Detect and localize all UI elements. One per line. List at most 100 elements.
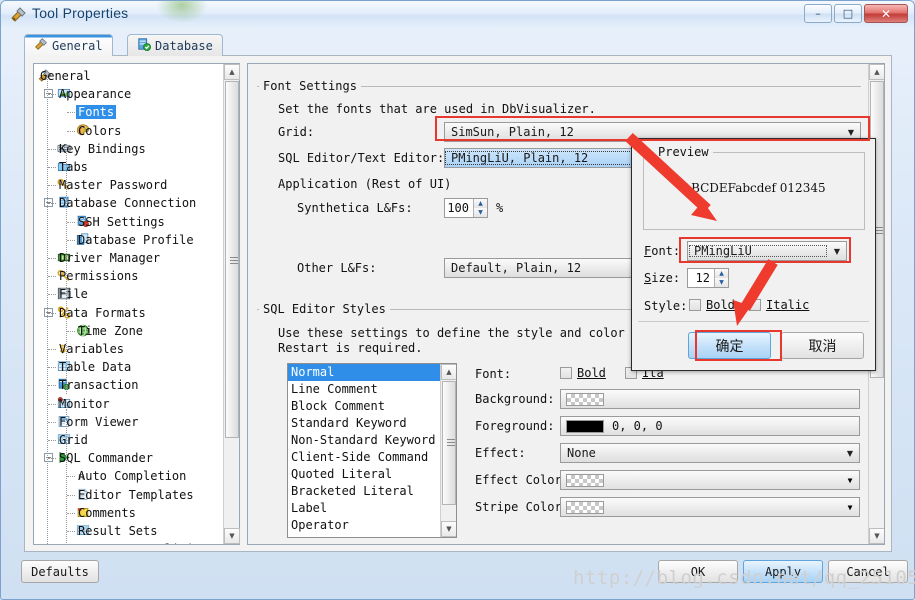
tree-connector — [67, 476, 75, 478]
tree-scrollbar-thumb[interactable] — [225, 81, 239, 438]
effect-color-combo[interactable]: ▼ — [560, 470, 860, 490]
sidebar-item-comments[interactable]: Comments — [76, 504, 136, 522]
sidebar-item-label: Comments — [78, 505, 136, 520]
sidebar-item-label: Appearance — [59, 87, 132, 102]
sidebar-item-permissions[interactable]: Permissions — [57, 267, 138, 285]
foreground-color-combo[interactable]: 0, 0, 0 — [560, 416, 860, 436]
list-item[interactable]: Label — [288, 500, 440, 517]
sidebar-item-result-sets[interactable]: Result Sets — [76, 522, 157, 540]
sidebar-item-appearance[interactable]: Appearance — [57, 85, 131, 103]
settings-tree[interactable]: General−AppearanceAAFontsColorsKey Bindi… — [33, 63, 240, 545]
style-background-label: Background: — [475, 392, 555, 406]
close-button[interactable]: ✕ — [864, 4, 908, 23]
list-item[interactable]: Operator — [288, 517, 440, 534]
percent-label: % — [496, 201, 504, 215]
application-label: Application (Rest of UI) — [278, 177, 452, 191]
minimize-button[interactable]: – — [804, 4, 832, 23]
dialog-bold-label: Bold — [706, 298, 735, 312]
list-item[interactable]: Client-Side Command — [288, 449, 440, 466]
dialog-bold-checkbox[interactable]: Bold — [689, 298, 735, 312]
checkbox-box-icon — [560, 367, 572, 379]
tree-connector — [48, 258, 56, 259]
list-item[interactable]: Block Comment — [288, 398, 440, 415]
style-bold-checkbox[interactable]: Bold — [560, 366, 606, 380]
tree-connector — [67, 130, 75, 132]
stepper-down-icon[interactable]: ▼ — [714, 278, 728, 287]
sidebar-item-variables[interactable]: $ Variables — [57, 340, 124, 358]
stepper-up-icon[interactable]: ▲ — [714, 269, 728, 278]
stripe-color-combo[interactable]: ▼ — [560, 497, 860, 517]
sidebar-item-colors[interactable]: Colors — [76, 122, 121, 140]
main-scroll-down-arrow[interactable]: ▼ — [869, 528, 884, 544]
list-item[interactable]: Standard Keyword — [288, 415, 440, 432]
main-scroll-up-arrow[interactable]: ▲ — [869, 64, 884, 80]
sidebar-item-editor-templates[interactable]: Editor Templates — [76, 486, 194, 504]
minimize-icon: – — [815, 7, 821, 20]
sidebar-item-general[interactable]: General — [38, 67, 91, 85]
maximize-button[interactable]: □ — [834, 4, 862, 23]
sidebar-item-ssh-settings[interactable]: SSH Settings — [76, 213, 165, 231]
stepper-buttons[interactable]: ▲ ▼ — [473, 199, 487, 217]
tree-scrollbar[interactable]: ▲ ▼ — [223, 64, 240, 544]
sidebar-item-time-zone[interactable]: Time Zone — [76, 322, 143, 340]
list-item[interactable]: Normal — [288, 364, 440, 381]
sidebar-item-monitor[interactable]: Monitor — [57, 395, 110, 413]
sidebar-item-label: SSH Settings — [78, 214, 165, 229]
sidebar-item-database-connection[interactable]: Database Connection — [57, 194, 196, 212]
stepper-down-icon[interactable]: ▼ — [473, 208, 487, 217]
stepper-buttons[interactable]: ▲ ▼ — [714, 269, 728, 287]
sidebar-item-tabs[interactable]: Tabs — [57, 158, 88, 176]
database-check-icon — [137, 37, 151, 54]
sidebar-item-auto-completion[interactable]: n Auto Completion — [76, 467, 186, 485]
foreground-color-swatch — [566, 419, 604, 433]
sidebar-item-master-password[interactable]: Master Password — [57, 176, 167, 194]
sidebar-item-form-viewer[interactable]: Form Viewer — [57, 413, 138, 431]
stepper-up-icon[interactable]: ▲ — [473, 199, 487, 208]
tree-scroll-down-arrow[interactable]: ▼ — [224, 528, 240, 544]
tree-scroll-up-arrow[interactable]: ▲ — [224, 64, 240, 80]
watermark-text: http://blog.csdn.net/qq_25105503 — [573, 567, 915, 589]
style-list-items[interactable]: Normal Line Comment Block Comment Standard … — [288, 364, 440, 534]
sidebar-item-key-bindings[interactable]: Key Bindings — [57, 140, 146, 158]
list-scroll-down-arrow[interactable]: ▼ — [441, 521, 456, 537]
list-item[interactable]: Quoted Literal — [288, 466, 440, 483]
style-list-scrollbar[interactable]: ▲ ▼ — [440, 364, 456, 537]
tab-general[interactable]: General — [24, 34, 113, 56]
defaults-button[interactable]: Defaults — [21, 560, 99, 583]
background-color-combo[interactable] — [560, 389, 860, 409]
tree-connector — [67, 494, 75, 496]
scrollbar-grip-icon — [447, 439, 455, 446]
sidebar-item-table-data[interactable]: Table Data — [57, 358, 131, 376]
sidebar-item-driver-manager[interactable]: Driver Manager — [57, 249, 160, 267]
sidebar-item-fonts[interactable]: AAFonts — [76, 103, 117, 121]
tree-connector — [48, 167, 56, 168]
tab-database[interactable]: Database — [127, 34, 223, 56]
effect-combo[interactable]: None ▼ — [560, 443, 860, 463]
list-scroll-up-arrow[interactable]: ▲ — [441, 364, 456, 380]
sidebar-item-label: Fonts — [76, 105, 117, 120]
dialog-size-stepper[interactable]: 12 ▲ ▼ — [687, 268, 729, 288]
sidebar-item-transaction[interactable]: Transaction — [57, 376, 138, 394]
dialog-italic-label: Italic — [766, 298, 810, 312]
sidebar-item-grid[interactable]: Grid — [57, 431, 88, 449]
sidebar-item-sql-commander[interactable]: SQL Commander — [57, 449, 153, 467]
sidebar-item-statement-delimiters[interactable]: Statement Delimiters — [76, 540, 220, 544]
other-lafs-label: Other L&Fs: — [297, 261, 377, 275]
style-list[interactable]: Normal Line Comment Block Comment Standard … — [287, 363, 457, 538]
sidebar-item-label: Key Bindings — [59, 141, 146, 156]
list-item[interactable]: Line Comment — [288, 381, 440, 398]
checkbox-box-icon — [689, 299, 701, 311]
sidebar-item-database-profile[interactable]: Database Profile — [76, 231, 194, 249]
background-color-swatch — [566, 392, 604, 406]
tree-connector — [67, 239, 75, 241]
list-item[interactable]: Bracketed Literal — [288, 483, 440, 500]
list-item[interactable]: Non-Standard Keyword — [288, 432, 440, 449]
sidebar-item-file[interactable]: File — [57, 285, 88, 303]
list-scrollbar-thumb[interactable] — [442, 381, 456, 505]
dialog-italic-checkbox[interactable]: Italic — [749, 298, 809, 312]
style-stripe-color-label: Stripe Color: — [475, 500, 569, 514]
synthetica-scale-stepper[interactable]: 100 ▲ ▼ — [444, 198, 488, 218]
sidebar-item-label: Data Formats — [59, 305, 146, 320]
sidebar-item-data-formats[interactable]: Data Formats — [57, 304, 146, 322]
dialog-cancel-button[interactable]: 取消 — [781, 332, 864, 359]
